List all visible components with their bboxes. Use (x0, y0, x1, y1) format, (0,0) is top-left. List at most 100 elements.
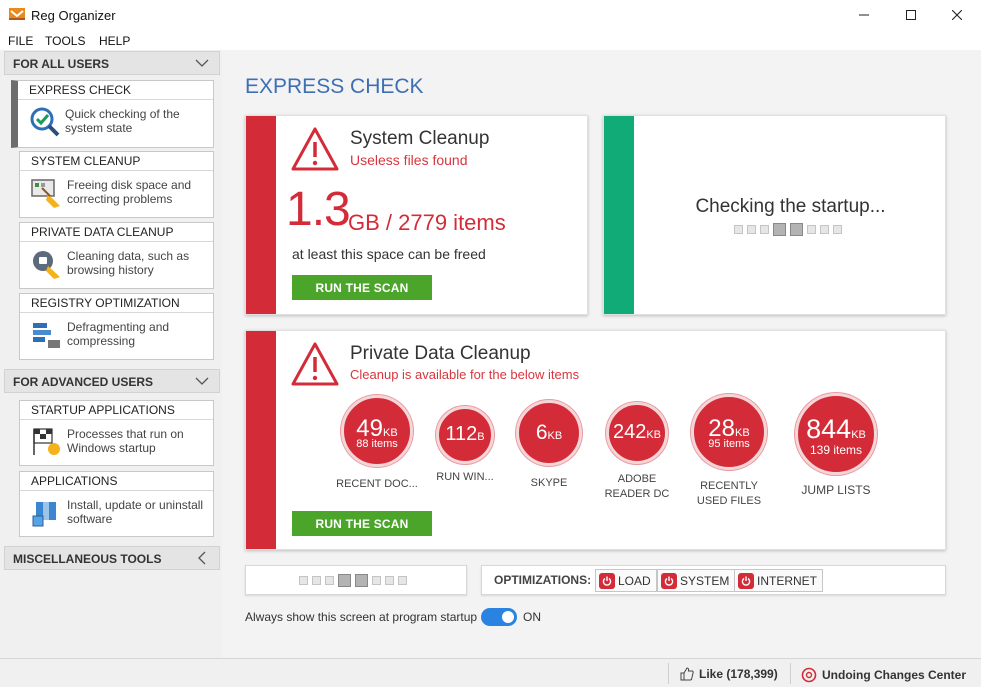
sidebar-item-startup-applications[interactable]: STARTUP APPLICATIONS Processes that run … (19, 400, 214, 466)
title-bar: Reg Organizer (0, 0, 981, 30)
section-for-all-users[interactable]: FOR ALL USERS (4, 51, 220, 75)
pager-dot[interactable] (385, 576, 394, 585)
cleanup-size-unit: GB / 2779 items (348, 210, 506, 235)
circle-label: JUMP LISTS (801, 483, 871, 497)
sidebar-item-desc: Defragmenting and compressing (67, 320, 170, 348)
maximize-button[interactable] (888, 0, 934, 30)
menu-tools[interactable]: TOOLS (45, 34, 85, 48)
circle-value: 844KB (806, 414, 866, 444)
optimization-internet-button[interactable]: INTERNET (734, 569, 823, 592)
broom-globe-icon (33, 251, 60, 279)
sidebar-item-title: REGISTRY OPTIMIZATION (31, 296, 180, 310)
pager-dot[interactable] (299, 576, 308, 585)
section-label: FOR ADVANCED USERS (13, 375, 154, 389)
circle-label: RUN WIN... (436, 471, 494, 483)
pager-dots (299, 574, 407, 587)
circle-label: SKYPE (530, 477, 568, 489)
progress-dots (734, 223, 842, 236)
status-bar-green (604, 116, 634, 314)
circle-jump-lists[interactable]: 844KB 139 items (795, 393, 877, 475)
optimization-label: LOAD (618, 573, 651, 588)
close-button[interactable] (934, 0, 980, 30)
circle-skype[interactable]: 6KB (516, 400, 582, 466)
circle-items: 95 items (708, 438, 750, 450)
pager-dot[interactable] (312, 576, 321, 585)
power-icon (599, 572, 615, 589)
optimization-load-button[interactable]: LOAD (595, 569, 657, 592)
sidebar-item-system-cleanup[interactable]: SYSTEM CLEANUP Freeing disk space and co… (19, 151, 214, 218)
circle-recently-used-files[interactable]: 28KB 95 items (691, 394, 767, 470)
sidebar-item-title: STARTUP APPLICATIONS (31, 403, 175, 417)
startup-toggle[interactable] (481, 608, 517, 626)
undo-label: Undoing Changes Center (822, 668, 967, 682)
optimization-system-button[interactable]: SYSTEM (657, 569, 736, 592)
undo-lifebuoy-icon (801, 667, 817, 683)
sidebar-item-express-check[interactable]: EXPRESS CHECK Quick checking of the syst… (11, 80, 214, 148)
progress-dot (760, 225, 769, 234)
circle-adobe-reader[interactable]: 242KB (606, 402, 668, 464)
undoing-changes-center-button[interactable]: Undoing Changes Center (801, 667, 966, 683)
circle-label: RECENT DOC... (336, 478, 418, 490)
section-label: FOR ALL USERS (13, 57, 110, 71)
checking-startup-text: Checking the startup... (695, 196, 886, 217)
toggle-state: ON (523, 610, 541, 624)
sidebar-item-private-data-cleanup[interactable]: PRIVATE DATA CLEANUP Cleaning data, such… (19, 222, 214, 289)
menu-help[interactable]: HELP (99, 34, 130, 48)
sidebar-item-applications[interactable]: APPLICATIONS Install, update or uninstal… (19, 471, 214, 537)
progress-dot-active (790, 223, 803, 236)
sidebar-item-desc: Install, update or uninstall software (67, 498, 204, 526)
chevron-down-icon (195, 59, 209, 67)
chevron-down-icon (195, 377, 209, 385)
private-data-cleanup-panel: Private Data Cleanup Cleanup is availabl… (245, 330, 946, 550)
pager-dot[interactable] (398, 576, 407, 585)
divider (668, 663, 669, 684)
sidebar-item-title: SYSTEM CLEANUP (31, 154, 141, 168)
panel-title: Private Data Cleanup (350, 343, 531, 364)
pager-dot-active[interactable] (355, 574, 368, 587)
status-bar-red (246, 116, 276, 314)
pager-dot-active[interactable] (338, 574, 351, 587)
divider (20, 170, 213, 171)
pager-dot[interactable] (372, 576, 381, 585)
warning-icon (291, 342, 339, 386)
divider (20, 490, 213, 491)
divider (18, 99, 213, 100)
progress-dot (820, 225, 829, 234)
circle-value: 6KB (535, 421, 563, 444)
pager-dot[interactable] (325, 576, 334, 585)
cleanup-size-value: 1.3 (286, 183, 351, 236)
menu-file[interactable]: FILE (8, 34, 33, 48)
circle-run-win[interactable]: 112B (436, 406, 494, 464)
sidebar: FOR ALL USERS EXPRESS CHECK Quick checki… (0, 50, 222, 658)
progress-dot (833, 225, 842, 234)
sidebar-item-title: EXPRESS CHECK (29, 83, 132, 97)
main-content: EXPRESS CHECK System Cleanup Useless fil… (222, 50, 981, 658)
magnifier-check-icon (30, 107, 60, 137)
chevron-left-icon (198, 551, 206, 565)
progress-dot (734, 225, 743, 234)
sidebar-item-desc: Processes that run on Windows startup (67, 427, 184, 455)
minimize-button[interactable] (841, 0, 887, 30)
sidebar-item-registry-optimization[interactable]: REGISTRY OPTIMIZATION Defragmenting and … (19, 293, 214, 360)
divider (790, 663, 791, 684)
registry-blocks-icon (33, 323, 60, 348)
circle-value: 242KB (612, 421, 662, 443)
circle-items: 88 items (356, 438, 398, 450)
run-scan-button-private[interactable]: RUN THE SCAN (292, 511, 432, 536)
section-for-advanced-users[interactable]: FOR ADVANCED USERS (4, 369, 220, 393)
progress-dot (807, 225, 816, 234)
section-label: MISCELLANEOUS TOOLS (13, 552, 162, 566)
panel-title: System Cleanup (350, 128, 490, 149)
warning-icon (291, 127, 339, 171)
sidebar-item-title: PRIVATE DATA CLEANUP (31, 225, 174, 239)
circle-recent-docs[interactable]: 49KB 88 items (341, 395, 413, 467)
like-button[interactable]: Like (178,399) (680, 667, 778, 681)
panel-pager (245, 565, 467, 595)
sidebar-item-desc: Quick checking of the system state (65, 107, 180, 135)
divider (20, 312, 213, 313)
circle-items: 139 items (809, 443, 863, 457)
run-scan-button-system[interactable]: RUN THE SCAN (292, 275, 432, 300)
section-miscellaneous-tools[interactable]: MISCELLANEOUS TOOLS (4, 546, 220, 570)
like-label: Like (178,399) (699, 667, 778, 681)
page-title: EXPRESS CHECK (245, 75, 424, 98)
